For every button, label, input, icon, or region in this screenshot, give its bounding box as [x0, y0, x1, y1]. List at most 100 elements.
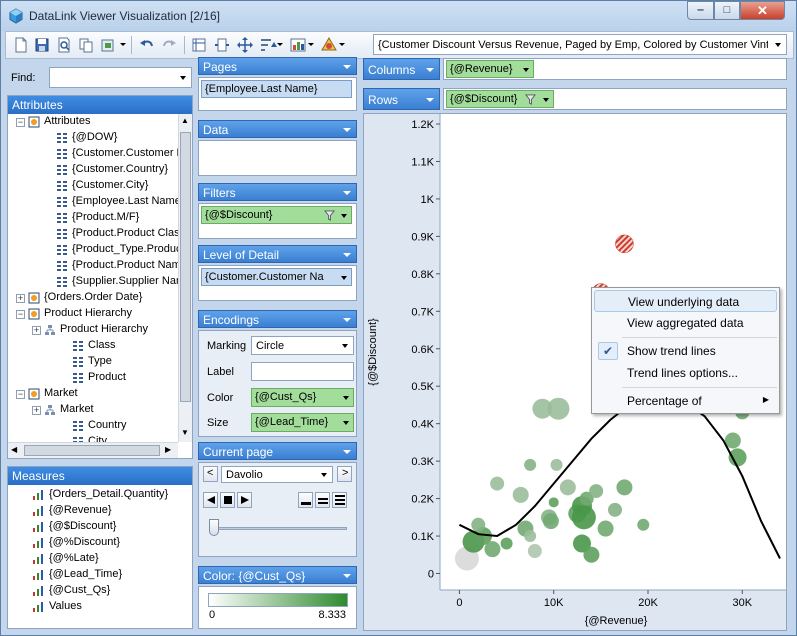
data-point[interactable] — [608, 502, 622, 517]
sort-dropdown-arrow[interactable] — [277, 43, 283, 46]
attribute-tree-item[interactable]: {Product.Product Class} — [8, 226, 178, 242]
measure-item[interactable]: Values — [8, 599, 192, 615]
data-point[interactable] — [559, 479, 576, 496]
pages-pill[interactable]: {Employee.Last Name} — [201, 80, 352, 98]
attribute-tree-item[interactable]: {Product.Product Name — [8, 258, 178, 274]
triple-row-view-button[interactable] — [332, 492, 347, 508]
pages-shelf-header[interactable]: Pages — [198, 57, 357, 75]
copy-icon[interactable] — [77, 36, 95, 54]
encodings-shelf-header[interactable]: Encodings — [198, 310, 357, 328]
data-point[interactable] — [512, 486, 529, 503]
scroll-thumb[interactable] — [180, 132, 191, 402]
data-point[interactable] — [583, 546, 600, 563]
data-point[interactable] — [616, 479, 633, 496]
data-point[interactable] — [527, 544, 542, 559]
attribute-tree-item[interactable]: {Customer.City} — [8, 178, 178, 194]
minimize-button[interactable]: ‒ — [687, 1, 714, 20]
attribute-tree-item[interactable]: {Product.M/F} — [8, 210, 178, 226]
measure-item[interactable]: {@Lead_Time} — [8, 567, 192, 583]
rows-pill[interactable]: {@$Discount} — [446, 90, 554, 108]
double-row-view-button[interactable] — [315, 492, 330, 508]
tree-expander-icon[interactable]: + — [32, 326, 41, 335]
columns-shelf-header[interactable]: Columns — [363, 58, 440, 80]
measure-item[interactable]: {@%Late} — [8, 551, 192, 567]
current-page-shelf-header[interactable]: Current page — [198, 442, 357, 460]
data-point[interactable] — [597, 520, 614, 537]
rows-drop-zone[interactable]: {@$Discount} — [443, 88, 787, 110]
find-input[interactable] — [49, 67, 192, 88]
maximize-button[interactable]: □ — [714, 1, 740, 20]
scroll-right-icon[interactable]: ▶ — [165, 445, 171, 454]
chart-type-dropdown-arrow[interactable] — [308, 43, 314, 46]
measure-item[interactable]: {Orders_Detail.Quantity} — [8, 487, 192, 503]
page-slider-thumb[interactable] — [209, 519, 219, 536]
tree-expander-icon[interactable]: − — [16, 390, 25, 399]
attribute-tree-item[interactable]: − Product Hierarchy — [8, 306, 178, 322]
attribute-tree-item[interactable]: {Employee.Last Name} — [8, 194, 178, 210]
measure-item[interactable]: {@%Discount} — [8, 535, 192, 551]
tree-expander-icon[interactable]: + — [32, 406, 41, 415]
pages-drop-zone[interactable]: {Employee.Last Name} — [198, 77, 357, 111]
attribute-tree-item[interactable]: + Market — [8, 402, 178, 418]
color-palette-icon[interactable] — [320, 36, 338, 54]
title-bar[interactable]: DataLink Viewer Visualization [2/16] ‒ □… — [1, 1, 796, 31]
close-button[interactable]: ✕ — [740, 1, 785, 20]
attribute-tree-item[interactable]: Product — [8, 370, 178, 386]
data-point[interactable] — [490, 476, 505, 491]
attribute-tree-item[interactable]: Country — [8, 418, 178, 434]
data-shelf-header[interactable]: Data — [198, 120, 357, 138]
attribute-tree-item[interactable]: {Supplier.Supplier Nam — [8, 274, 178, 290]
data-point[interactable] — [637, 518, 650, 531]
data-point[interactable] — [484, 541, 501, 558]
data-point[interactable] — [589, 484, 604, 499]
stop-button[interactable] — [220, 492, 235, 508]
columns-pill[interactable]: {@Revenue} — [446, 60, 534, 78]
attribute-tree-item[interactable]: − Attributes — [8, 114, 178, 130]
scroll-down-icon[interactable]: ▼ — [181, 428, 189, 437]
data-point[interactable] — [524, 458, 537, 471]
scroll-left-icon[interactable]: ◀ — [11, 445, 17, 454]
context-menu-item[interactable]: ✔ Show trend lines — [594, 340, 777, 362]
scroll-thumb[interactable] — [24, 445, 160, 456]
tree-expander-icon[interactable]: − — [16, 310, 25, 319]
level-of-detail-drop-zone[interactable]: {Customer.Customer Na — [198, 265, 357, 301]
new-document-icon[interactable] — [12, 36, 30, 54]
data-point[interactable] — [542, 513, 559, 530]
measure-item[interactable]: {@Revenue} — [8, 503, 192, 519]
redo-icon[interactable] — [160, 36, 178, 54]
previous-page-button[interactable]: < — [203, 466, 218, 482]
export-dropdown-arrow[interactable] — [120, 43, 126, 46]
filters-drop-zone[interactable]: {@$Discount} — [198, 203, 357, 239]
next-page-button[interactable]: > — [337, 466, 352, 482]
page-slider-track[interactable] — [211, 527, 347, 530]
context-menu-item[interactable]: View aggregated data — [594, 312, 777, 334]
filters-pill[interactable]: {@$Discount} — [201, 206, 352, 224]
attribute-tree-item[interactable]: + {Orders.Order Date} — [8, 290, 178, 306]
attributes-vertical-scrollbar[interactable]: ▲ ▼ — [178, 114, 192, 442]
play-backward-button[interactable] — [203, 492, 218, 508]
play-forward-button[interactable] — [237, 492, 252, 508]
color-legend-header[interactable]: Color: {@Cust_Qs} — [198, 566, 357, 584]
attribute-tree-item[interactable]: {Product_Type.Product — [8, 242, 178, 258]
level-of-detail-shelf-header[interactable]: Level of Detail — [198, 245, 357, 263]
marking-select[interactable]: Circle — [251, 336, 354, 355]
print-preview-icon[interactable] — [55, 36, 73, 54]
filters-shelf-header[interactable]: Filters — [198, 183, 357, 201]
context-menu-item[interactable]: Percentage of ▶ — [594, 390, 777, 412]
attribute-tree-item[interactable]: {Customer.Country} — [8, 162, 178, 178]
page-select[interactable]: Davolio — [221, 466, 333, 483]
label-drop-field[interactable] — [251, 362, 354, 381]
attribute-tree-item[interactable]: Class — [8, 338, 178, 354]
attribute-tree-item[interactable]: Type — [8, 354, 178, 370]
size-pill[interactable]: {@Lead_Time} — [251, 413, 354, 432]
save-icon[interactable] — [33, 36, 51, 54]
sort-icon[interactable] — [259, 36, 277, 54]
rows-shelf-header[interactable]: Rows — [363, 88, 440, 110]
data-point[interactable] — [547, 397, 570, 420]
data-drop-zone[interactable] — [198, 140, 357, 176]
tree-expander-icon[interactable]: − — [16, 118, 25, 127]
color-palette-dropdown-arrow[interactable] — [339, 43, 345, 46]
columns-drop-zone[interactable]: {@Revenue} — [443, 58, 787, 80]
color-pill[interactable]: {@Cust_Qs} — [251, 388, 354, 407]
data-point[interactable] — [548, 497, 559, 508]
